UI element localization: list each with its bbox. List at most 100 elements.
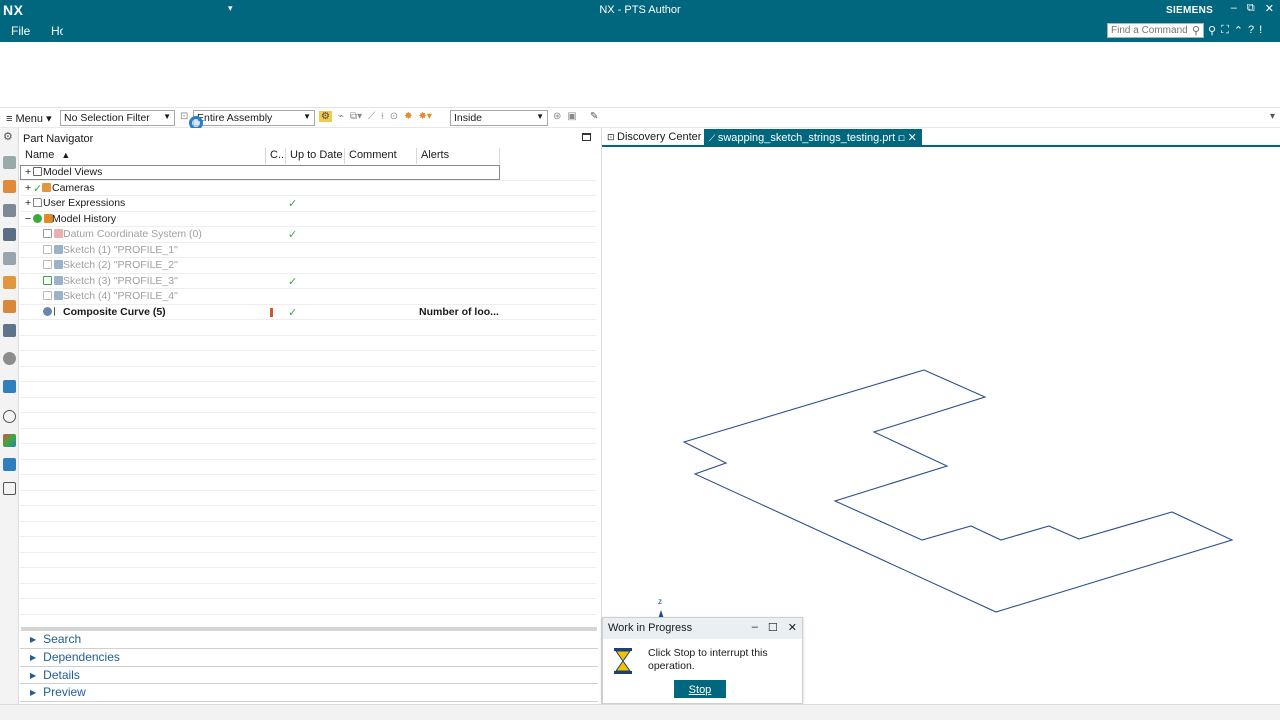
composite-curve-outline[interactable]	[682, 369, 1234, 613]
snap-more-icon[interactable]: ✸▾	[419, 111, 432, 122]
tree-row-sketch-2[interactable]: Sketch (2) "PROFILE_2"	[20, 258, 596, 274]
tree-row-model-history[interactable]: − Model History	[20, 212, 596, 227]
tab-close-icon[interactable]: ✕	[908, 132, 917, 144]
expander[interactable]: +	[25, 166, 31, 178]
hourglass-icon	[614, 648, 632, 674]
resource-bar: ⚙	[0, 128, 19, 704]
tree-row-label: Sketch (1) "PROFILE_1"	[63, 243, 178, 256]
select-body-icon[interactable]: ⌁	[338, 111, 344, 122]
part-navigator-icon[interactable]	[3, 204, 16, 217]
maximize-icon[interactable]	[582, 133, 591, 141]
tree-row-sketch-1[interactable]: Sketch (1) "PROFILE_1"	[20, 243, 596, 258]
title-bar: NX ▾ NX - PTS Author SIEMENS – ⧉ ✕ File …	[0, 0, 1280, 42]
select-all-icon[interactable]: ⊛	[553, 111, 561, 122]
dialog-minimize-icon[interactable]: –	[752, 621, 758, 634]
tree-row-label: Sketch (3) "PROFILE_3"	[63, 274, 178, 287]
history-icon[interactable]	[3, 300, 16, 313]
column-name[interactable]: Name ▲	[21, 148, 266, 164]
tree-row-sketch-3[interactable]: Sketch (3) "PROFILE_3" ✓	[20, 274, 596, 289]
resource-settings-icon[interactable]: ⚙	[3, 130, 16, 143]
part-navigator: Part Navigator Name ▲ C... Up to Date Co…	[20, 128, 598, 704]
toolbar-overflow-icon[interactable]: ▾	[1270, 111, 1275, 122]
document-tabs: ⊡ Discovery Center ⟋ swapping_sketch_str…	[602, 128, 1280, 147]
scope-dropdown[interactable]: Entire Assembly ▼	[193, 110, 315, 126]
up-to-date-check-icon: ✓	[288, 306, 298, 319]
panel-label: Details	[43, 667, 80, 682]
tree-row-label: User Expressions	[43, 197, 126, 209]
empty-tree-row	[20, 475, 596, 491]
column-c[interactable]: C...	[266, 148, 286, 164]
fullscreen-icon[interactable]: ⛶	[1221, 24, 1229, 37]
up-to-date-check-icon: ✓	[288, 198, 298, 210]
close-button[interactable]: ✕	[1265, 2, 1274, 15]
select-feature-icon[interactable]: ⚙	[319, 111, 332, 122]
stop-button[interactable]: Stop	[674, 680, 726, 698]
restore-button[interactable]: ⧉	[1247, 2, 1255, 15]
find-command-input[interactable]	[1107, 23, 1204, 38]
empty-tree-row	[20, 553, 596, 568]
status-bar	[0, 704, 1280, 720]
selection-filter-dropdown[interactable]: No Selection Filter ▼	[60, 110, 175, 126]
panel-preview[interactable]: ▶ Preview	[20, 684, 598, 703]
tree-row-datum-csys[interactable]: Datum Coordinate System (0) ✓	[20, 227, 596, 243]
palette-icon[interactable]	[3, 434, 16, 447]
empty-tree-row	[20, 537, 596, 553]
snap-intersect-icon[interactable]: ✸	[404, 111, 412, 122]
menu-button[interactable]: ≡ Menu ▾	[6, 112, 52, 125]
snap-center-icon[interactable]: ⊙	[390, 111, 398, 122]
tree-row-label: Sketch (2) "PROFILE_2"	[63, 259, 178, 271]
help-icon[interactable]: ?	[1248, 24, 1254, 37]
tree-row-user-expressions[interactable]: + User Expressions ✓	[20, 196, 596, 212]
tree-row-cameras[interactable]: + ✓ Cameras	[20, 181, 596, 196]
part-file-icon: ⟋	[709, 133, 718, 143]
tree-row-sketch-4[interactable]: Sketch (4) "PROFILE_4"	[20, 289, 596, 305]
sketch-icon	[43, 290, 65, 302]
sketch-icon	[43, 259, 65, 271]
pencil-icon[interactable]: ✎	[590, 111, 598, 122]
deselect-icon[interactable]: ▣	[567, 111, 576, 122]
roles-icon[interactable]	[3, 352, 16, 365]
tree-row-label: Cameras	[52, 181, 95, 194]
panel-label: Search	[43, 632, 82, 646]
tab-float-icon[interactable]: ⧠	[898, 134, 904, 143]
tab-discovery-center[interactable]: ⊡ Discovery Center	[602, 129, 706, 146]
tree-row-composite-curve[interactable]: Composite Curve (5) ✓ Number of loo...	[20, 305, 596, 320]
constraint-navigator-icon[interactable]	[3, 180, 16, 193]
dialog-close-icon[interactable]: ✕	[788, 621, 797, 634]
selection-mode-dropdown[interactable]: Inside ▼	[450, 110, 548, 126]
file-menu[interactable]: File	[11, 24, 30, 38]
analysis-icon[interactable]	[3, 458, 16, 471]
tools-icon[interactable]	[3, 482, 16, 495]
scope-value: Entire Assembly	[197, 112, 273, 124]
tree-row-model-views[interactable]: + Model Views	[20, 165, 596, 181]
search-icon[interactable]: ⚲	[1192, 24, 1200, 37]
selection-extras: ⊛ ▣	[553, 111, 577, 122]
process-studio-icon[interactable]	[3, 324, 16, 337]
panel-details[interactable]: ▶ Details	[20, 667, 598, 685]
hd3d-tools-icon[interactable]	[3, 252, 16, 265]
assembly-navigator-icon[interactable]	[3, 156, 16, 169]
search-icon[interactable]: ⚲	[1208, 24, 1216, 37]
snap-midpoint-icon[interactable]: ⟊	[381, 111, 384, 122]
expander[interactable]: +	[25, 182, 31, 194]
alert-icon[interactable]: !	[1259, 24, 1262, 37]
z-axis-label: z	[658, 597, 662, 606]
column-up-to-date[interactable]: Up to Date	[286, 148, 345, 164]
reuse-library-icon[interactable]	[3, 228, 16, 241]
column-alerts[interactable]: Alerts	[417, 148, 500, 164]
panel-search[interactable]: ▶ Search	[20, 631, 598, 649]
expander[interactable]: +	[25, 197, 31, 209]
select-face-icon[interactable]: ⧉▾	[350, 111, 362, 122]
minimize-button[interactable]: –	[1231, 2, 1237, 15]
clock-icon[interactable]	[3, 410, 16, 423]
snap-endpoint-icon[interactable]: ⟋	[368, 111, 375, 122]
dialog-maximize-icon[interactable]: ☐	[768, 621, 778, 634]
column-comment[interactable]: Comment	[345, 148, 417, 164]
home-tab[interactable]: Home	[51, 24, 63, 38]
expander[interactable]: −	[25, 213, 31, 225]
panel-dependencies[interactable]: ▶ Dependencies	[20, 649, 598, 667]
collapse-ribbon-icon[interactable]: ⌃	[1234, 24, 1243, 37]
web-browser-icon[interactable]	[3, 276, 16, 289]
tab-part-file[interactable]: ⟋ swapping_sketch_strings_testing.prt ⧠ …	[704, 129, 922, 146]
system-scenes-icon[interactable]	[3, 380, 16, 393]
